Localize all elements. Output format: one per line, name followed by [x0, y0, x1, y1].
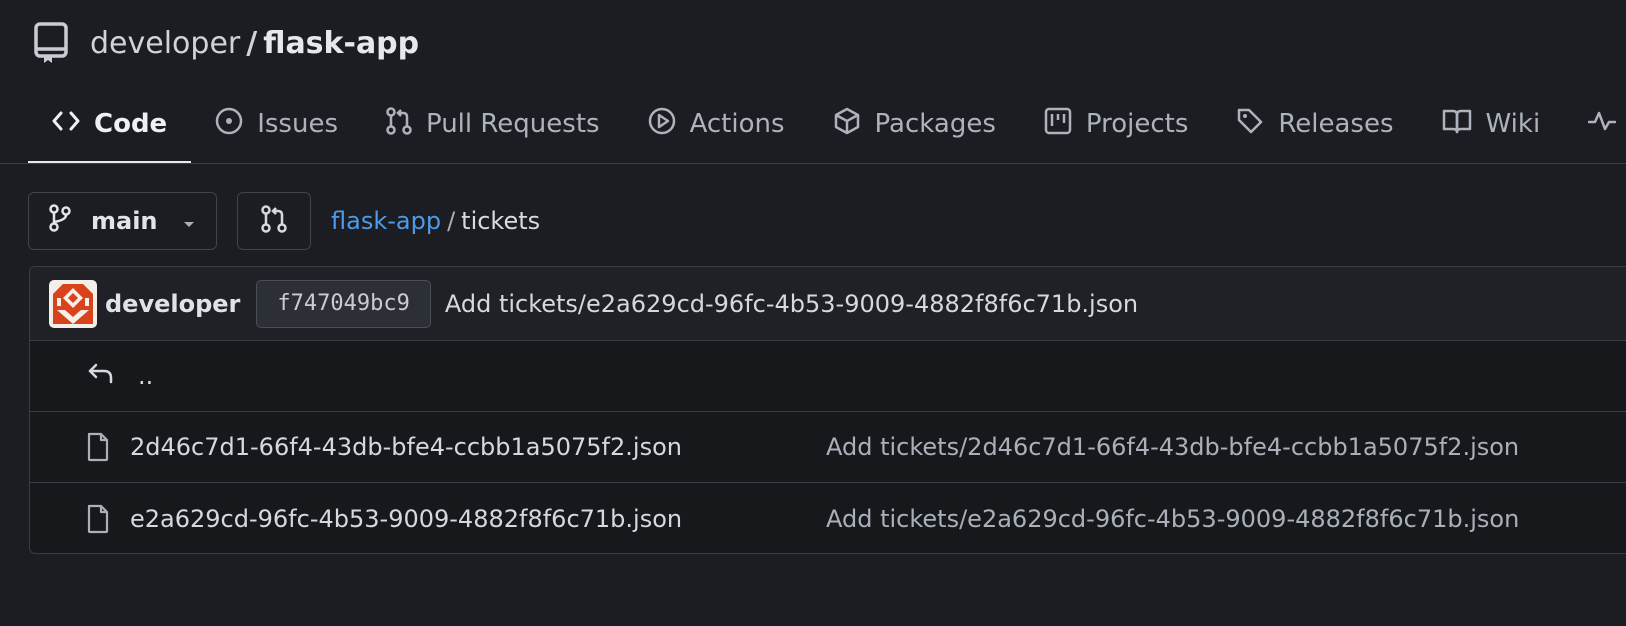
tab-activity[interactable]: [1564, 84, 1626, 164]
tabs-divider: [0, 163, 1626, 164]
tab-packages-label: Packages: [874, 109, 996, 139]
tab-code[interactable]: Code: [28, 84, 192, 164]
file-name-link[interactable]: 2d46c7d1-66f4-43db-bfe4-ccbb1a5075f2.jso…: [130, 433, 826, 461]
tab-wiki[interactable]: Wiki: [1418, 84, 1565, 164]
repo-tabs: Code Issues Pull Requests Actions Packag…: [28, 84, 1626, 164]
repo-title: developer / flask-app: [90, 26, 419, 61]
tab-releases[interactable]: Releases: [1212, 84, 1417, 164]
file-commit-message[interactable]: Add tickets/e2a629cd-96fc-4b53-9009-4882…: [826, 505, 1519, 533]
commit-author[interactable]: developer: [105, 290, 240, 318]
avatar[interactable]: [49, 279, 97, 328]
tab-actions[interactable]: Actions: [624, 84, 809, 164]
parent-directory-label: ..: [138, 362, 154, 390]
branch-selector[interactable]: main: [28, 192, 217, 250]
branch-toolbar: main flask-app / tickets: [28, 192, 540, 250]
tab-releases-label: Releases: [1278, 109, 1394, 139]
tab-wiki-label: Wiki: [1485, 109, 1541, 139]
repo-header: developer / flask-app: [32, 18, 419, 68]
breadcrumb-repo-link[interactable]: flask-app: [331, 207, 441, 235]
chevron-down-icon: [182, 207, 196, 235]
back-arrow-icon: [86, 361, 114, 391]
tab-pull-requests[interactable]: Pull Requests: [362, 84, 624, 164]
issue-icon: [215, 107, 243, 142]
tag-icon: [1236, 107, 1264, 142]
breadcrumb-current: tickets: [461, 207, 541, 235]
commit-sha-badge[interactable]: f747049bc9: [256, 279, 431, 328]
play-icon: [648, 107, 676, 142]
tab-issues-label: Issues: [257, 109, 338, 139]
file-row[interactable]: 2d46c7d1-66f4-43db-bfe4-ccbb1a5075f2.jso…: [30, 412, 1626, 483]
commit-message[interactable]: Add tickets/e2a629cd-96fc-4b53-9009-4882…: [445, 290, 1138, 318]
tab-projects-label: Projects: [1085, 109, 1189, 139]
code-icon: [52, 109, 80, 140]
pull-request-icon: [386, 106, 412, 142]
file-icon: [86, 432, 110, 462]
branch-icon: [49, 204, 71, 238]
breadcrumb: flask-app / tickets: [331, 207, 540, 235]
compare-button[interactable]: [237, 192, 311, 250]
project-icon: [1044, 107, 1072, 142]
file-table: developer f747049bc9 Add tickets/e2a629c…: [29, 266, 1626, 554]
breadcrumb-separator: /: [447, 207, 456, 235]
file-icon: [86, 504, 110, 534]
pulse-icon: [1587, 109, 1617, 140]
tab-packages[interactable]: Packages: [809, 84, 1020, 164]
file-commit-message[interactable]: Add tickets/2d46c7d1-66f4-43db-bfe4-ccbb…: [826, 433, 1519, 461]
tab-pull-requests-label: Pull Requests: [425, 109, 600, 139]
package-icon: [833, 107, 861, 142]
tab-actions-label: Actions: [689, 109, 785, 139]
repo-owner-link[interactable]: developer: [90, 26, 240, 61]
file-row[interactable]: e2a629cd-96fc-4b53-9009-4882f8f6c71b.jso…: [30, 483, 1626, 553]
branch-name: main: [91, 207, 158, 235]
tab-issues[interactable]: Issues: [191, 84, 362, 164]
pull-request-icon: [261, 205, 287, 237]
tab-projects[interactable]: Projects: [1020, 84, 1213, 164]
repo-title-separator: /: [246, 25, 258, 61]
repo-icon: [32, 21, 70, 65]
book-icon: [1442, 108, 1472, 141]
tab-code-label: Code: [94, 109, 168, 139]
latest-commit-row: developer f747049bc9 Add tickets/e2a629c…: [30, 267, 1626, 341]
file-name-link[interactable]: e2a629cd-96fc-4b53-9009-4882f8f6c71b.jso…: [130, 505, 826, 533]
repo-name-link[interactable]: flask-app: [263, 26, 419, 61]
parent-directory-row[interactable]: ..: [30, 341, 1626, 412]
